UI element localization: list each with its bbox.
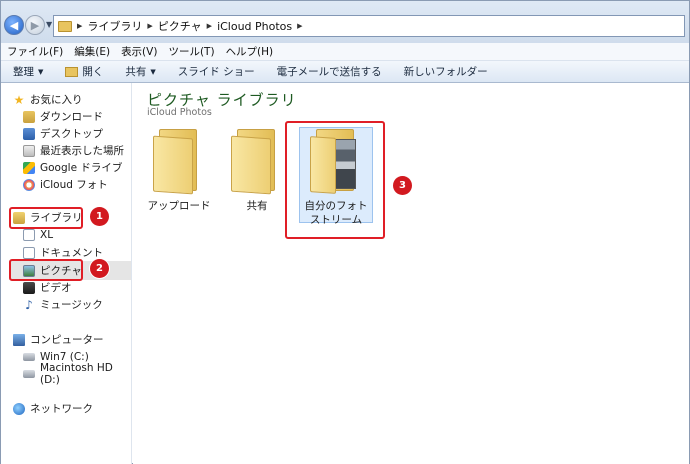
menu-help[interactable]: ヘルプ(H) [226,44,274,59]
nav-recent-label: 最近表示した場所 [40,145,124,157]
nav-computer-label: コンピューター [30,334,104,346]
star-icon: ★ [13,92,25,107]
callout-box-pictures [9,259,83,281]
folder-upload[interactable]: アップロード [143,127,215,213]
chevron-right-icon[interactable]: ▶ [297,22,302,30]
address-bar-area: ◀ ▶ ▼ ▶ ライブラリ ▶ ピクチャ ▶ iCloud Photos ▶ [1,1,689,43]
google-drive-icon [23,161,35,174]
explorer-window: ◀ ▶ ▼ ▶ ライブラリ ▶ ピクチャ ▶ iCloud Photos ▶ フ… [0,0,690,464]
chevron-right-icon[interactable]: ▶ [207,22,212,30]
nav-videos[interactable]: ビデオ [23,279,72,296]
nav-icloud-photos[interactable]: iCloud フォト [23,176,108,193]
nav-icloud-label: iCloud フォト [40,179,108,191]
share-label: 共有 [125,66,147,78]
folder-icon [229,127,285,195]
nav-gdrive-label: Google ドライブ [40,162,123,174]
nav-desktop-label: デスクトップ [40,128,103,140]
nav-desktop[interactable]: デスクトップ [23,125,103,142]
callout-badge-1: 1 [90,207,109,226]
menu-file[interactable]: ファイル(F) [7,44,63,59]
chevron-right-icon[interactable]: ▶ [147,22,152,30]
organize-label: 整理 [13,66,34,78]
share-button[interactable]: 共有 ▼ [125,64,155,79]
open-label: 開く [82,66,104,78]
nav-documents-label: ドキュメント [40,247,103,259]
back-button[interactable]: ◀ [4,15,24,35]
callout-badge-3: 3 [393,176,412,195]
nav-favorites[interactable]: ★ お気に入り [13,91,83,108]
folder-label: アップロード [147,200,211,212]
menu-edit[interactable]: 編集(E) [74,44,110,59]
library-subtitle: iCloud Photos [147,107,212,118]
open-folder-icon [65,66,79,77]
menu-view[interactable]: 表示(V) [121,44,157,59]
download-folder-icon [23,110,35,123]
chevron-down-icon: ▼ [150,67,156,76]
nav-videos-label: ビデオ [40,282,72,294]
open-button[interactable]: 開く [65,64,103,79]
nav-drive-d[interactable]: Macintosh HD (D:) [23,362,131,386]
nav-recent-places[interactable]: 最近表示した場所 [23,142,124,159]
nav-xl-label: XL [40,228,54,241]
nav-network-label: ネットワーク [30,403,93,415]
computer-icon [13,333,25,346]
chevron-right-icon[interactable]: ▶ [77,22,82,30]
folder-icon [58,20,72,32]
folder-shared[interactable]: 共有 [221,127,293,213]
breadcrumb-libraries[interactable]: ライブラリ [87,18,142,34]
new-folder-button[interactable]: 新しいフォルダー [404,64,488,79]
network-icon [13,402,25,415]
hard-drive-icon [23,352,35,361]
command-bar: 整理 ▼ 開く 共有 ▼ スライド ショー 電子メールで送信する 新しいフォルダ… [1,61,689,83]
icloud-photos-icon [23,178,35,191]
nav-downloads[interactable]: ダウンロード [23,108,103,125]
slideshow-button[interactable]: スライド ショー [178,64,255,79]
menu-tools[interactable]: ツール(T) [168,44,214,59]
music-note-icon: ♪ [25,297,33,312]
desktop-icon [23,127,35,140]
nav-mac-label: Macintosh HD (D:) [40,361,113,386]
folder-icon [151,127,207,195]
breadcrumb-icloud-photos[interactable]: iCloud Photos [217,20,292,33]
callout-badge-2: 2 [90,259,109,278]
forward-button[interactable]: ▶ [25,15,45,35]
address-field[interactable]: ▶ ライブラリ ▶ ピクチャ ▶ iCloud Photos ▶ [53,15,685,37]
menu-bar: ファイル(F) 編集(E) 表示(V) ツール(T) ヘルプ(H) [1,43,689,61]
breadcrumb-pictures[interactable]: ピクチャ [158,18,202,34]
recent-places-icon [23,144,35,157]
email-button[interactable]: 電子メールで送信する [277,64,382,79]
content-pane: ピクチャ ライブラリ iCloud Photos アップロード 共有 自分のフォ… [133,83,689,464]
library-icon [23,228,35,241]
callout-box-photo-stream [285,121,385,239]
nav-downloads-label: ダウンロード [40,111,103,123]
nav-computer[interactable]: コンピューター [13,331,104,348]
callout-box-libraries [9,207,83,229]
history-dropdown-icon[interactable]: ▼ [46,20,52,29]
organize-button[interactable]: 整理 ▼ [13,64,43,79]
nav-google-drive[interactable]: Google ドライブ [23,159,122,176]
nav-music-label: ミュージック [40,299,103,311]
documents-icon [23,246,35,259]
nav-network[interactable]: ネットワーク [13,400,93,417]
chevron-down-icon: ▼ [38,67,44,76]
videos-icon [23,281,35,294]
nav-favorites-label: お気に入り [30,94,83,106]
hard-drive-icon [23,369,35,378]
nav-music[interactable]: ♪ ミュージック [23,296,103,313]
folder-label: 共有 [246,200,268,212]
